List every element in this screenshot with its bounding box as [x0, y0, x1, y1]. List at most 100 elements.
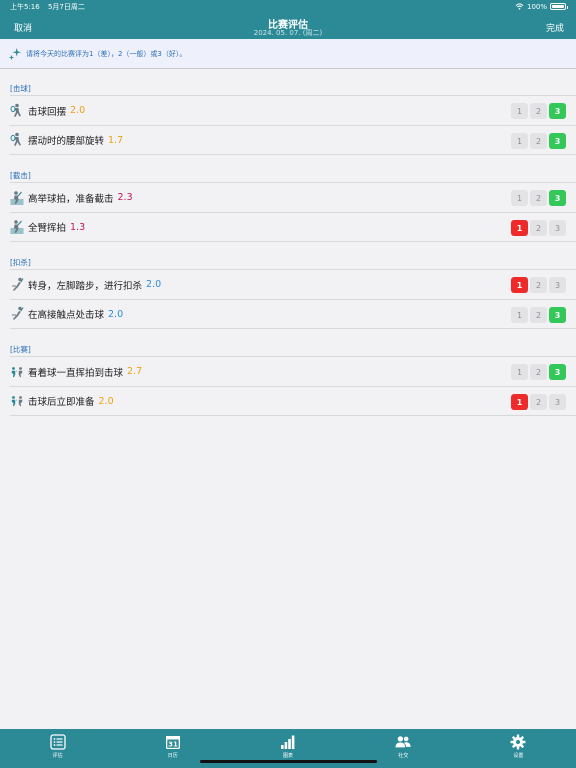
item-score: 2.3: [117, 192, 133, 203]
rating-button-3[interactable]: 3: [549, 394, 566, 410]
rating-button-1[interactable]: 1: [511, 220, 528, 236]
tab-settings[interactable]: 设置: [461, 729, 576, 768]
rating-button-2[interactable]: 2: [530, 133, 547, 149]
tab-label: 日历: [167, 753, 178, 759]
sparkle-icon: [8, 47, 22, 60]
item-score: 1.3: [70, 221, 86, 233]
rating-button-3[interactable]: 3: [549, 220, 566, 236]
rating-button-2[interactable]: 2: [530, 190, 547, 206]
player-pose-icon: [10, 306, 24, 322]
section-header: [击球]: [10, 84, 31, 93]
instruction-banner: 请将今天的比赛评为1（差），2（一般）或3（好）。: [0, 39, 576, 69]
rating-button-1[interactable]: 1: [511, 307, 528, 323]
section-volley: [截击] 高举球拍，准备截击 2.3 1 2 3 全臂挥拍 1.3 1 2 3: [10, 169, 576, 242]
status-left: 上午5:16 5月7日周二: [10, 2, 91, 12]
rating-button-3[interactable]: 3: [549, 277, 566, 293]
rating-button-3[interactable]: 3: [549, 103, 566, 119]
tab-label: 评估: [52, 753, 63, 759]
rating-selector: 123: [511, 364, 566, 380]
rating-button-2[interactable]: 2: [530, 394, 547, 410]
rating-button-2[interactable]: 2: [530, 103, 547, 119]
rating-selector: 123: [511, 190, 566, 206]
rating-selector: 123: [511, 277, 566, 293]
rating-button-1[interactable]: 1: [511, 277, 528, 293]
rating-selector: 123: [511, 220, 566, 236]
section-stroke: [击球] 击球回摆 2.0 1 2 3 摆动时的腰部旋转 1.7 1 2 3: [10, 82, 576, 155]
item-score: 2.7: [127, 366, 143, 377]
rating-selector: 123: [511, 307, 566, 323]
item-label: 高举球拍，准备截击: [28, 193, 114, 205]
rating-button-1[interactable]: 1: [511, 133, 528, 149]
list-item: 转身，左脚踏步，进行扣杀 2.0 1 2 3: [10, 269, 576, 299]
section-smash: [扣杀] 转身，左脚踏步，进行扣杀 2.0 1 2 3 在高接触点处击球 2.0 1 2 3: [10, 256, 576, 329]
section-header: [比赛]: [10, 345, 31, 354]
item-label: 转身，左脚踏步，进行扣杀: [28, 280, 143, 292]
rating-button-2[interactable]: 2: [530, 220, 547, 236]
wifi-icon: [515, 3, 524, 10]
rating-button-1[interactable]: 1: [511, 394, 528, 410]
rating-button-3[interactable]: 3: [549, 190, 566, 206]
tab-evaluate[interactable]: 评估: [0, 729, 115, 768]
player-pose-icon: [10, 103, 24, 119]
rating-button-3[interactable]: 3: [549, 364, 566, 380]
list-item: 击球回摆 2.0 1 2 3: [10, 95, 576, 125]
list-item: 击球后立即准备 2.0 1 2 3: [10, 386, 576, 416]
list-item: 在高接触点处击球 2.0 1 2 3: [10, 299, 576, 329]
gear-icon: [510, 734, 526, 750]
section-match: [比赛] 看着球一直挥拍到击球 2.7 1 2 3 击球后立即准备 2.0 1 2 3: [10, 343, 576, 416]
banner-text: 请将今天的比赛评为1（差），2（一般）或3（好）。: [26, 49, 187, 58]
rating-button-1[interactable]: 1: [511, 190, 528, 206]
section-header: [截击]: [10, 171, 31, 180]
rating-button-1[interactable]: 1: [511, 103, 528, 119]
tab-label: 社交: [398, 753, 409, 759]
done-button[interactable]: 完成: [546, 21, 564, 34]
item-label: 击球回摆: [28, 106, 67, 118]
section-header: [扣杀]: [10, 258, 31, 267]
item-score: 2.0: [108, 308, 124, 320]
rating-button-3[interactable]: 3: [549, 133, 566, 149]
status-bar: 上午5:16 5月7日周二 100%: [0, 0, 576, 13]
item-label: 摆动时的腰部旋转: [28, 136, 105, 147]
nav-bar: 取消 比赛评估 2024. 05. 07. (周二) 完成: [0, 13, 576, 39]
status-date: 5月7日周二: [47, 2, 85, 11]
calendar-icon: 31: [165, 736, 180, 749]
rating-button-2[interactable]: 2: [530, 364, 547, 380]
page-date: 2024. 05. 07. (周二): [253, 29, 323, 37]
item-score: 2.0: [146, 279, 162, 290]
status-right: 100%: [515, 2, 568, 11]
svg-text:31: 31: [168, 741, 178, 749]
player-pose-icon: [10, 393, 24, 409]
player-pose-icon: [10, 219, 24, 235]
rating-button-2[interactable]: 2: [530, 277, 547, 293]
item-label: 全臂挥拍: [28, 223, 67, 234]
rating-button-1[interactable]: 1: [511, 364, 528, 380]
rating-button-2[interactable]: 2: [530, 307, 547, 323]
rating-button-3[interactable]: 3: [549, 307, 566, 323]
chart-icon: [281, 735, 295, 749]
list-item: 高举球拍，准备截击 2.3 1 2 3: [10, 182, 576, 212]
item-score: 1.7: [108, 134, 124, 146]
player-pose-icon: [10, 190, 24, 206]
list-item: 全臂挥拍 1.3 1 2 3: [10, 212, 576, 242]
people-icon: [395, 736, 411, 748]
item-score: 2.0: [98, 395, 114, 407]
home-indicator: [200, 760, 377, 763]
item-label: 看着球一直挥拍到击球: [28, 367, 124, 379]
tab-label: 图表: [283, 753, 294, 759]
player-pose-icon: [10, 364, 24, 380]
rating-selector: 123: [511, 394, 566, 410]
player-pose-icon: [10, 277, 24, 293]
list-item: 摆动时的腰部旋转 1.7 1 2 3: [10, 125, 576, 155]
battery-icon: [550, 3, 568, 10]
list-icon: [49, 734, 66, 750]
item-label: 击球后立即准备: [28, 397, 95, 408]
list-item: 看着球一直挥拍到击球 2.7 1 2 3: [10, 356, 576, 386]
item-label: 在高接触点处击球: [28, 310, 105, 321]
item-score: 2.0: [70, 105, 86, 116]
status-time: 上午5:16: [10, 2, 40, 11]
player-pose-icon: [10, 132, 24, 148]
battery-percent: 100%: [526, 2, 547, 11]
tab-label: 设置: [513, 753, 524, 759]
rating-selector: 123: [511, 133, 566, 149]
rating-selector: 123: [511, 103, 566, 119]
